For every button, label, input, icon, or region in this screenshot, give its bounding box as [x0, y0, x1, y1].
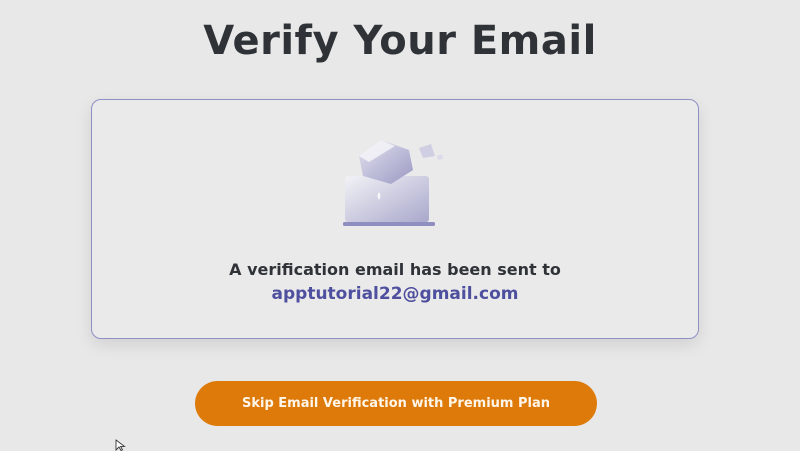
skip-verification-button[interactable]: Skip Email Verification with Premium Pla… [195, 381, 597, 426]
verify-email-page: Verify Your Email A verification email h… [0, 0, 800, 451]
email-address-link[interactable]: apptutorial22@gmail.com [92, 284, 698, 304]
sent-message: A verification email has been sent to [229, 260, 561, 279]
page-title: Verify Your Email [203, 18, 597, 64]
verification-card: A verification email has been sent to ap… [91, 99, 699, 339]
laptop-envelope-icon [343, 140, 443, 226]
mouse-cursor-icon [115, 439, 126, 451]
